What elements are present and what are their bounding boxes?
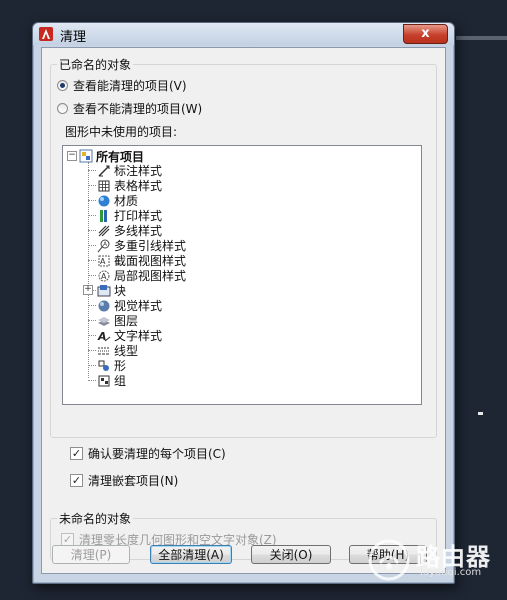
- confirm-each-label[interactable]: 确认要清理的每个项目(C): [88, 445, 226, 462]
- background-cursor-mark: [478, 412, 483, 415]
- unused-items-tree[interactable]: − 所有项目 标注样式 表格样式 材质 打印样式 多线样式 A 多重引线样式 A 截面视图样式 A…: [62, 145, 422, 405]
- purge-nested-checkbox[interactable]: ✓: [70, 473, 83, 487]
- confirm-each-checkbox[interactable]: ✓: [70, 446, 83, 460]
- dialog-body: 已命名的对象 查看能清理的项目(V) 查看不能清理的项目(W) 图形中未使用的项…: [41, 47, 446, 574]
- purge-nested-label[interactable]: 清理嵌套项目(N): [88, 472, 178, 489]
- shape-icon: [98, 360, 109, 371]
- multiline-style-icon: [98, 225, 110, 236]
- section-view-style-icon: A: [98, 255, 110, 266]
- watermark: 路由器 luyouqi.com: [368, 537, 493, 583]
- window-title: 清理: [60, 30, 87, 45]
- purge-button: 清理(P): [52, 545, 130, 564]
- tree-item[interactable]: 块: [97, 283, 126, 298]
- tree-item[interactable]: 多线样式: [97, 223, 162, 238]
- tree-item[interactable]: 形: [97, 358, 126, 373]
- tree-caption: 图形中未使用的项目:: [65, 125, 178, 139]
- tree-connector-branch: [88, 305, 96, 306]
- table-style-icon: [98, 180, 110, 191]
- tree-connector-branch: [88, 380, 96, 381]
- close-window-button[interactable]: x: [403, 24, 448, 44]
- tree-connector-branch: [88, 260, 96, 261]
- tree-item[interactable]: A 文字样式: [97, 328, 162, 343]
- detail-view-style-icon: A: [98, 270, 110, 281]
- purge-dialog: 清理 x 已命名的对象 查看能清理的项目(V) 查看不能清理的项目(W) 图形中…: [32, 22, 455, 584]
- confirm-each-option[interactable]: ✓ 确认要清理的每个项目(C): [70, 445, 226, 461]
- all-items-icon: [79, 149, 93, 163]
- tree-item[interactable]: 标注样式: [97, 163, 162, 178]
- tree-connector-branch: [88, 200, 96, 201]
- tree-item[interactable]: A 多重引线样式: [97, 238, 186, 253]
- tree-connector-branch: [88, 170, 96, 171]
- tree-item[interactable]: 视觉样式: [97, 298, 162, 313]
- svg-text:A: A: [101, 272, 107, 281]
- material-icon: [98, 195, 110, 206]
- autocad-logo-icon: [39, 27, 53, 41]
- tree-connector-branch: [88, 245, 96, 246]
- linetype-icon: [98, 347, 110, 354]
- tree-connector-branch: [88, 185, 96, 186]
- view-purgeable-radio[interactable]: [57, 79, 68, 91]
- tree-connector-branch: [88, 215, 96, 216]
- tree-connector-branch: [88, 335, 96, 336]
- named-objects-title: 已命名的对象: [57, 56, 134, 73]
- tree-connector-branch: [88, 320, 96, 321]
- watermark-url: luyouqi.com: [420, 567, 482, 578]
- view-nonpurgeable-label[interactable]: 查看不能清理的项目(W): [73, 100, 202, 117]
- block-icon: [97, 284, 111, 296]
- close-icon: x: [421, 26, 430, 41]
- tree-item[interactable]: 材质: [97, 193, 138, 208]
- tree-item[interactable]: A 局部视图样式: [97, 268, 186, 283]
- visual-style-icon: [98, 300, 110, 311]
- view-nonpurgeable-option[interactable]: 查看不能清理的项目(W): [57, 100, 202, 116]
- purge-nested-option[interactable]: ✓ 清理嵌套项目(N): [70, 472, 178, 488]
- tree-connector-branch: [88, 365, 96, 366]
- view-purgeable-label[interactable]: 查看能清理的项目(V): [73, 77, 187, 94]
- router-logo-icon: [368, 539, 410, 581]
- purge-all-button[interactable]: 全部清理(A): [150, 545, 232, 564]
- tree-item[interactable]: 图层: [97, 313, 138, 328]
- collapse-icon[interactable]: −: [67, 151, 77, 161]
- layer-icon: [98, 316, 110, 326]
- tree-connector-branch: [88, 275, 96, 276]
- group-icon: [98, 375, 110, 386]
- dimension-style-icon: [98, 164, 110, 177]
- background-strip: [456, 36, 507, 40]
- tree-item[interactable]: 打印样式: [97, 208, 162, 223]
- title-bar[interactable]: 清理 x: [33, 23, 454, 45]
- plot-style-icon: [100, 209, 107, 222]
- tree-item-label: 组: [114, 374, 127, 388]
- tree-item[interactable]: A 截面视图样式: [97, 253, 186, 268]
- tree-item[interactable]: 表格样式: [97, 178, 162, 193]
- tree-item[interactable]: 线型: [97, 343, 138, 358]
- text-style-icon: A: [97, 330, 111, 343]
- named-objects-group: 已命名的对象 查看能清理的项目(V) 查看不能清理的项目(W) 图形中未使用的项…: [50, 56, 437, 438]
- expand-icon[interactable]: +: [83, 285, 93, 295]
- tree-connector-branch: [88, 230, 96, 231]
- view-nonpurgeable-radio[interactable]: [57, 102, 68, 114]
- view-purgeable-option[interactable]: 查看能清理的项目(V): [57, 77, 187, 93]
- tree-item[interactable]: 组: [97, 373, 126, 388]
- close-button[interactable]: 关闭(O): [251, 545, 331, 564]
- svg-text:A: A: [100, 257, 106, 266]
- zero-length-checkbox: ✓: [61, 532, 74, 546]
- multileader-style-icon: A: [97, 239, 110, 252]
- tree-connector-branch: [88, 350, 96, 351]
- tree-connector: [88, 162, 89, 378]
- unnamed-objects-title: 未命名的对象: [57, 510, 134, 527]
